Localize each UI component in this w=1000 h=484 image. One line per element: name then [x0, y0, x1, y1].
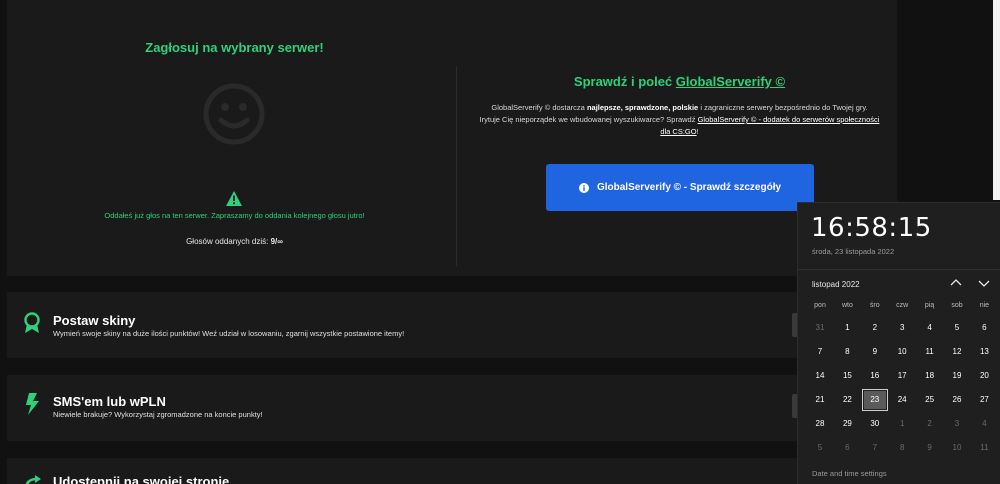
calendar-day[interactable]: 18: [919, 367, 941, 385]
calendar-day[interactable]: 28: [809, 415, 831, 433]
calendar-day[interactable]: 10: [891, 343, 913, 361]
row-title: Udostępnij na swojej stronie: [53, 474, 230, 484]
calendar-day[interactable]: 2: [919, 415, 941, 433]
calendar-day[interactable]: 8: [836, 343, 858, 361]
calendar-day[interactable]: 13: [973, 343, 995, 361]
scrollbar-area[interactable]: [993, 0, 1000, 200]
vote-count-label: Głosów oddanych dziś:: [186, 237, 269, 246]
calendar-day[interactable]: 17: [891, 367, 913, 385]
desc-part-c: Irytuje Cię nieporządek we wbudowanej wy…: [479, 115, 696, 124]
calendar-day[interactable]: 27: [973, 391, 995, 409]
vote-message: Oddałeś już głos na ten serwer. Zaprasza…: [104, 211, 365, 220]
calendar-day[interactable]: 19: [946, 367, 968, 385]
weekday-label: nie: [979, 302, 990, 309]
info-icon: [578, 182, 589, 193]
calendar-day[interactable]: 25: [919, 391, 941, 409]
divider: [456, 66, 457, 266]
bolt-icon: [26, 393, 39, 415]
calendar-day[interactable]: 1: [836, 319, 858, 337]
calendar-day[interactable]: 22: [836, 391, 858, 409]
calendar-day[interactable]: 2: [864, 319, 886, 337]
date-time-settings-link[interactable]: Date and time settings: [812, 469, 887, 478]
row-description: Niewiele brakuje? Wykorzystaj zgromadzon…: [53, 410, 263, 419]
globalserverify-title-prefix: Sprawdź i poleć: [573, 74, 673, 89]
weekday-label: pią: [924, 302, 935, 309]
calendar-day[interactable]: 1: [891, 415, 913, 433]
globalserverify-title: Sprawdź i poleć GlobalServerify ©: [477, 74, 882, 89]
globalserverify-description: GlobalServerify © dostarcza najlepsze, s…: [477, 102, 882, 138]
weekday-label: czw: [896, 302, 909, 309]
calendar-day[interactable]: 20: [973, 367, 995, 385]
calendar-day[interactable]: 11: [973, 439, 995, 457]
calendar-day[interactable]: 31: [809, 319, 831, 337]
weekday-label: sob: [951, 302, 963, 309]
globalserverify-details-button[interactable]: GlobalServerify © - Sprawdź szczegóły: [546, 164, 814, 211]
clock-time: 16:58:15: [811, 213, 932, 243]
weekday-label: śro: [869, 302, 880, 309]
globalserverify-button-label: GlobalServerify © - Sprawdź szczegóły: [596, 182, 782, 193]
calendar-day[interactable]: 15: [836, 367, 858, 385]
calendar-day[interactable]: 6: [973, 319, 995, 337]
row-title: Postaw skiny: [53, 313, 136, 328]
calendar-day[interactable]: 4: [973, 415, 995, 433]
award-icon: [24, 312, 40, 333]
desc-bold: najlepsze, sprawdzone, polskie: [586, 103, 699, 112]
weekday-label: pon: [814, 302, 826, 309]
smiley-icon: [203, 83, 265, 145]
calendar-day[interactable]: 5: [946, 319, 968, 337]
calendar-day[interactable]: 8: [891, 439, 913, 457]
desc-part-b: i zagraniczne serwery bezpośrednio do Tw…: [700, 103, 868, 112]
calendar-day[interactable]: 12: [946, 343, 968, 361]
clock-calendar-flyout: 16:58:15 środa, 23 listopada 2022 listop…: [797, 202, 1000, 484]
calendar-day[interactable]: 29: [836, 415, 858, 433]
calendar-day[interactable]: 9: [864, 343, 886, 361]
desc-part-a: GlobalServerify © dostarcza: [491, 103, 585, 112]
vote-card: Zagłosuj na wybrany serwer! Oddałeś już …: [7, 0, 897, 276]
calendar-day[interactable]: 7: [864, 439, 886, 457]
calendar-day[interactable]: 9: [919, 439, 941, 457]
warning-icon: [226, 191, 242, 206]
calendar-month-label[interactable]: listopad 2022: [812, 280, 860, 289]
calendar-day[interactable]: 14: [809, 367, 831, 385]
calendar-day[interactable]: 23: [861, 389, 888, 411]
row-sms-wpln: SMS'em lub wPLN Niewiele brakuje? Wykorz…: [7, 375, 897, 441]
share-icon: [25, 475, 41, 484]
chevron-down-icon[interactable]: [977, 276, 991, 290]
row-postaw-skiny: Postaw skiny Wymień swoje skiny na duże …: [7, 292, 897, 358]
calendar-day[interactable]: 11: [919, 343, 941, 361]
globalserverify-title-link[interactable]: GlobalServerify ©: [676, 74, 785, 89]
calendar-day[interactable]: 10: [946, 439, 968, 457]
desc-end: !: [696, 127, 699, 136]
calendar-day[interactable]: 3: [946, 415, 968, 433]
flyout-divider: [798, 269, 1000, 270]
calendar-day[interactable]: 6: [836, 439, 858, 457]
vote-count-value: 9/∞: [270, 237, 283, 246]
calendar-day[interactable]: 7: [809, 343, 831, 361]
page: Zagłosuj na wybrany serwer! Oddałeś już …: [0, 0, 1000, 484]
vote-count: Głosów oddanych dziś: 9/∞: [127, 237, 342, 246]
row-udostepnij: Udostępnij na swojej stronie: [7, 458, 897, 484]
calendar-day[interactable]: 4: [919, 319, 941, 337]
chevron-up-icon[interactable]: [949, 276, 963, 290]
row-description: Wymień swoje skiny na duże ilości punktó…: [53, 329, 405, 338]
calendar-day[interactable]: 16: [864, 367, 886, 385]
vote-title: Zagłosuj na wybrany serwer!: [145, 40, 324, 55]
calendar-day[interactable]: 3: [891, 319, 913, 337]
calendar-day[interactable]: 5: [809, 439, 831, 457]
weekday-label: wto: [841, 302, 853, 309]
calendar-day[interactable]: 30: [864, 415, 886, 433]
row-title: SMS'em lub wPLN: [53, 394, 166, 409]
clock-date[interactable]: środa, 23 listopada 2022: [812, 247, 894, 256]
calendar-day[interactable]: 21: [809, 391, 831, 409]
calendar-day[interactable]: 26: [946, 391, 968, 409]
calendar-day[interactable]: 24: [891, 391, 913, 409]
